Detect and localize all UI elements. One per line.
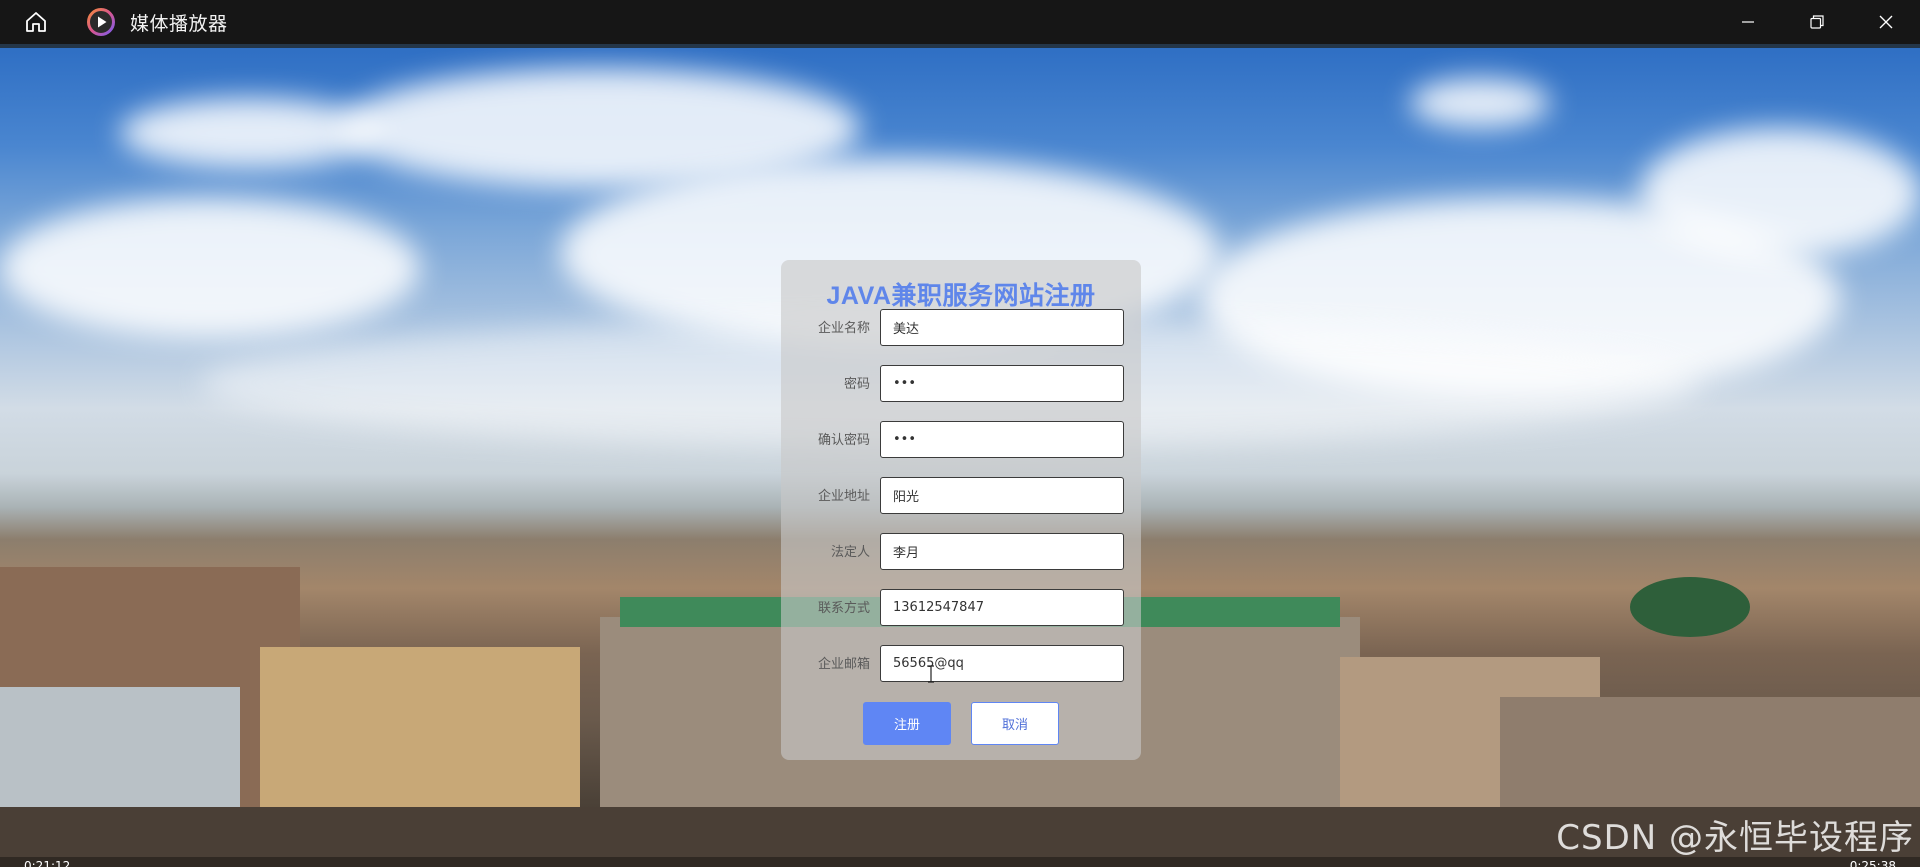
cancel-button[interactable]: 取消 [971, 702, 1059, 745]
text-cursor-icon [928, 665, 934, 683]
total-time: 0:25:38 [1849, 859, 1896, 867]
cloud [1640, 128, 1920, 258]
minimize-button[interactable] [1713, 0, 1782, 44]
building [1630, 577, 1750, 637]
form-title: JAVA兼职服务网站注册 [826, 282, 1096, 310]
player-progress-bar[interactable] [0, 857, 1920, 867]
title-bar: 媒体播放器 [0, 0, 1920, 44]
company-address-input[interactable] [880, 477, 1124, 514]
contact-label: 联系方式 [817, 601, 870, 616]
confirm-password-label: 确认密码 [817, 433, 870, 448]
legal-person-label: 法定人 [830, 545, 870, 560]
home-icon [26, 12, 46, 32]
legal-person-input[interactable] [880, 533, 1124, 570]
company-address-label: 企业地址 [817, 489, 870, 504]
watermark: CSDN @永恒毕设程序 [1556, 818, 1914, 858]
cloud [0, 198, 420, 338]
restore-button[interactable] [1782, 0, 1851, 44]
minimize-icon [1741, 21, 1754, 23]
close-button[interactable] [1851, 0, 1920, 44]
window-controls [1713, 0, 1920, 44]
company-email-label: 企业邮箱 [817, 657, 870, 672]
restore-icon [1809, 15, 1824, 29]
contact-input[interactable] [880, 589, 1124, 626]
company-email-input[interactable] [880, 645, 1124, 682]
window-title: 媒体播放器 [130, 12, 228, 35]
password-input[interactable] [880, 365, 1124, 402]
cloud [1410, 78, 1550, 128]
company-name-label: 企业名称 [817, 321, 870, 336]
close-icon [1879, 15, 1892, 29]
current-time: 0:21:12 [24, 859, 71, 867]
home-button[interactable] [0, 0, 72, 44]
register-button[interactable]: 注册 [863, 702, 951, 745]
confirm-password-input[interactable] [880, 421, 1124, 458]
password-label: 密码 [843, 377, 870, 392]
registration-form: JAVA兼职服务网站注册 企业名称 密码 确认密码 企业地址 法定人 联系方式 … [781, 260, 1141, 760]
media-player-window: 媒体播放器 JAVA兼职服务网站注册 企业名称 美达 密码 ••• 确认密码 •… [0, 0, 1920, 867]
company-name-input[interactable] [880, 309, 1124, 346]
play-circle-icon [86, 7, 116, 37]
